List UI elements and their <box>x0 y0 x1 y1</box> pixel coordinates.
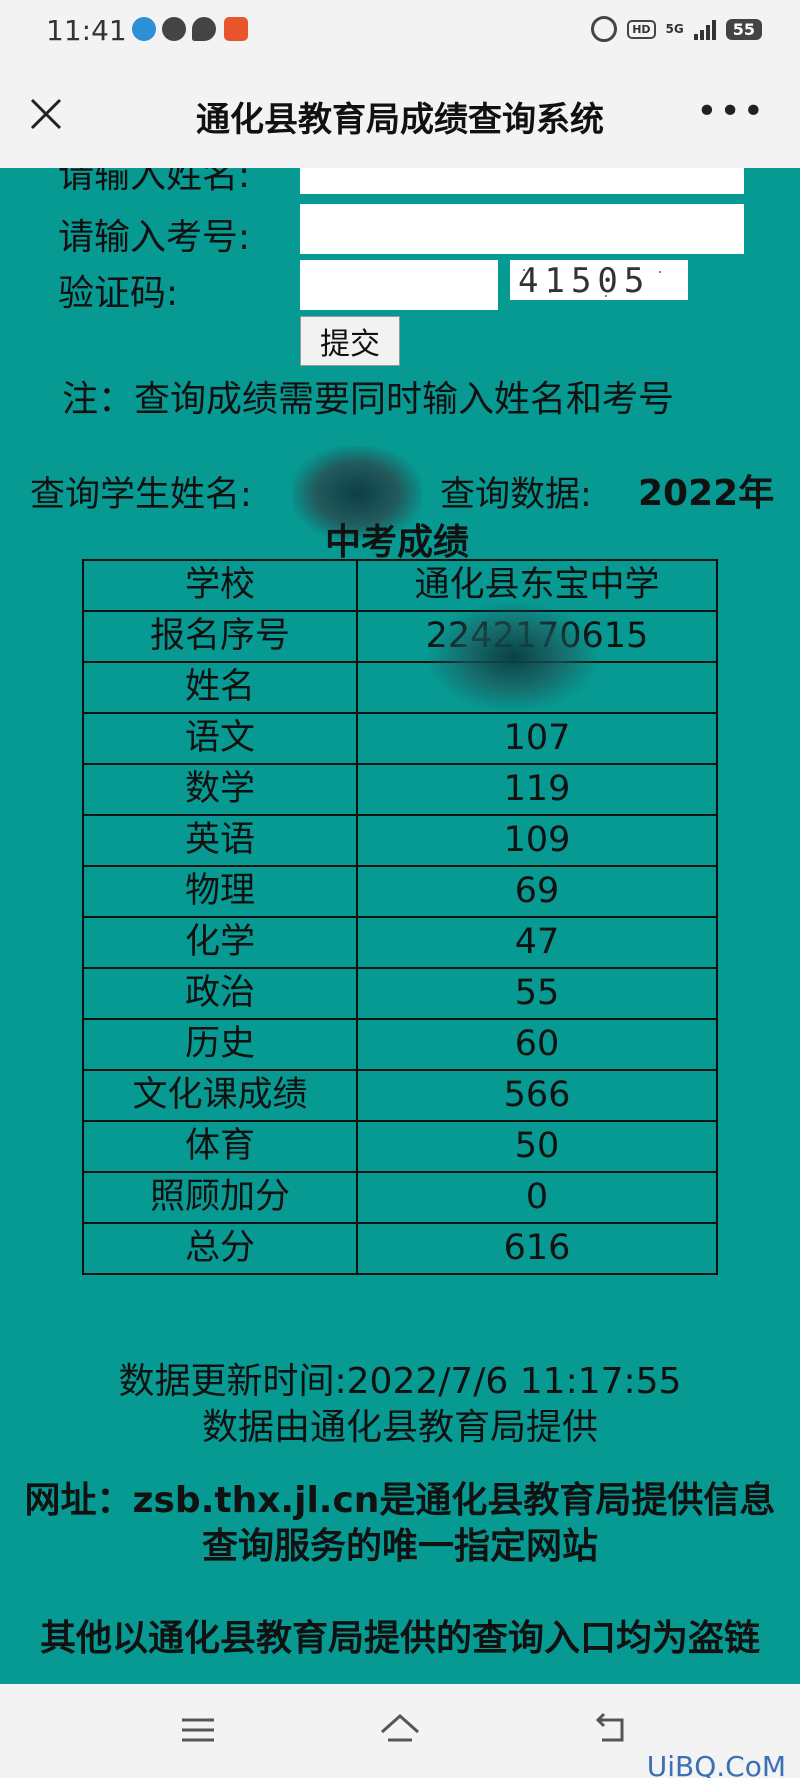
score-label: 数学 <box>82 763 358 816</box>
back-icon[interactable] <box>592 1710 632 1750</box>
score-value: 50 <box>356 1120 718 1173</box>
exam-number-input[interactable] <box>300 204 744 254</box>
captcha-input[interactable] <box>300 260 498 310</box>
score-label: 语文 <box>82 712 358 765</box>
score-value: 616 <box>356 1222 718 1275</box>
score-value: 60 <box>356 1018 718 1071</box>
more-options-icon[interactable]: ••• <box>696 94 766 130</box>
score-value: 566 <box>356 1069 718 1122</box>
table-row: 英语 109 <box>82 814 718 867</box>
score-label: 照顾加分 <box>82 1171 358 1224</box>
query-note: 注：查询成绩需要同时输入姓名和考号 <box>62 379 675 420</box>
chat-icon <box>192 17 216 41</box>
app-badge-icon <box>224 17 248 41</box>
title-bar: 通化县教育局成绩查询系统 ••• <box>0 62 800 168</box>
table-row: 学校 通化县东宝中学 <box>82 559 718 612</box>
page: 11:41 HD 5G 55 通化县教育局成绩查询系统 ••• 请输入姓名: 请… <box>0 0 800 1778</box>
table-row: 数学 119 <box>82 763 718 816</box>
watermark: UiBQ.CoM <box>646 1750 786 1778</box>
data-provider: 数据由通化县教育局提供 <box>201 1407 598 1448</box>
exam-number-label: 请输入考号: <box>58 217 251 258</box>
score-label: 化学 <box>82 916 358 969</box>
table-row: 姓名 <box>82 661 718 714</box>
score-value: 2242170615 <box>356 602 718 712</box>
table-row: 照顾加分 0 <box>82 1171 718 1224</box>
compass-icon <box>162 17 186 41</box>
score-value <box>356 661 718 714</box>
page-title: 通化县教育局成绩查询系统 <box>196 100 604 140</box>
hotlink-warning: 其他以通化县教育局提供的查询入口均为盗链 <box>39 1618 760 1659</box>
status-time: 11:41 <box>46 14 127 47</box>
score-value: 47 <box>356 916 718 969</box>
table-row: 语文 107 <box>82 712 718 765</box>
query-data-label: 查询数据: <box>440 475 592 515</box>
score-value: 55 <box>356 967 718 1020</box>
table-row: 政治 55 <box>82 967 718 1020</box>
query-data-value: 2022年 <box>638 473 775 514</box>
menu-icon[interactable] <box>178 1710 218 1750</box>
score-value: 69 <box>356 865 718 918</box>
score-value: 通化县东宝中学 <box>356 559 718 612</box>
captcha-image[interactable]: 41505 <box>510 260 688 301</box>
name-field-label: 请输入姓名: <box>58 168 251 196</box>
home-icon[interactable] <box>378 1710 422 1750</box>
query-data-value-line2: 中考成绩 <box>325 522 470 563</box>
score-label: 姓名 <box>82 661 358 714</box>
status-right: HD 5G 55 <box>591 16 762 42</box>
captcha-text: 41505 <box>518 261 650 300</box>
score-label: 物理 <box>82 865 358 918</box>
score-value: 0 <box>356 1171 718 1224</box>
alarm-icon <box>591 16 618 42</box>
score-value: 119 <box>356 763 718 816</box>
score-label: 体育 <box>82 1120 358 1173</box>
score-value: 107 <box>356 712 718 765</box>
score-label: 文化课成绩 <box>82 1069 358 1122</box>
captcha-label: 验证码: <box>58 273 179 314</box>
score-label: 报名序号 <box>82 610 358 663</box>
score-table-body: 学校 通化县东宝中学 报名序号 2242170615 姓名 语文 107 数学 119 英语 109… <box>82 559 718 1275</box>
network-label: 5G <box>665 22 684 36</box>
site-notice: 网址：zsb.thx.jl.cn是通化县教育局提供信息查询服务的唯一指定网站 <box>24 1480 776 1567</box>
name-input[interactable] <box>300 168 744 194</box>
table-row: 体育 50 <box>82 1120 718 1173</box>
score-label: 历史 <box>82 1018 358 1071</box>
student-name-label: 查询学生姓名: <box>30 475 252 515</box>
score-label: 政治 <box>82 967 358 1020</box>
captcha-graphic: 41505 <box>510 260 688 301</box>
hd-icon: HD <box>627 19 656 39</box>
score-label: 英语 <box>82 814 358 867</box>
status-bar: 11:41 HD 5G 55 <box>0 0 800 62</box>
score-table: 学校 通化县东宝中学 报名序号 2242170615 姓名 语文 107 数学 119 英语 109… <box>82 559 718 1275</box>
battery-icon: 55 <box>725 18 762 40</box>
main-content: 请输入姓名: 请输入考号: 验证码: 41505 提交 注：查询成绩需要同时输入… <box>0 168 800 1684</box>
update-time: 数据更新时间:2022/7/6 11:17:55 <box>118 1361 682 1402</box>
score-label: 学校 <box>82 559 358 612</box>
table-row: 报名序号 2242170615 <box>82 602 718 712</box>
table-row: 总分 616 <box>82 1222 718 1275</box>
table-row: 化学 47 <box>82 916 718 969</box>
score-value: 109 <box>356 814 718 867</box>
table-row: 物理 69 <box>82 865 718 918</box>
app-notification-icon <box>132 17 156 41</box>
submit-button[interactable]: 提交 <box>300 316 400 366</box>
table-row: 历史 60 <box>82 1018 718 1071</box>
score-label: 总分 <box>82 1222 358 1275</box>
signal-icon <box>693 18 716 40</box>
table-row: 文化课成绩 566 <box>82 1069 718 1122</box>
